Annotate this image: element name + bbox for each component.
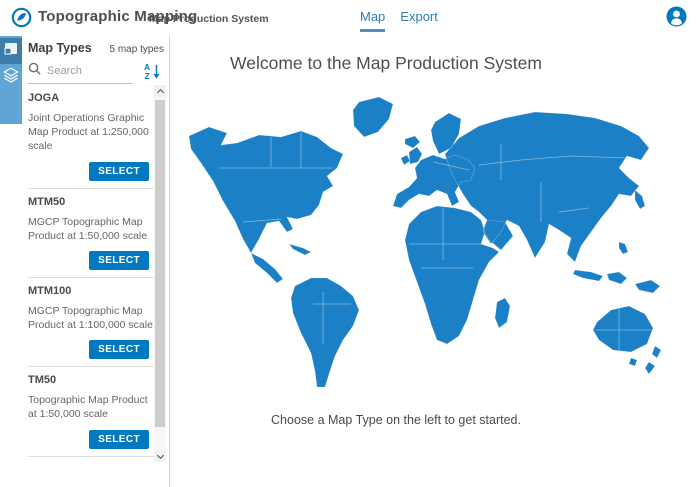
main-content: Welcome to the Map Production System Cho… (171, 36, 699, 487)
sidebar-title: Map Types (28, 41, 92, 55)
select-button-joga[interactable]: SELECT (89, 162, 149, 181)
map-type-list: JOGA Joint Operations Graphic Map Produc… (22, 85, 156, 462)
scroll-down-button[interactable] (154, 450, 166, 462)
left-tool-strip (0, 36, 22, 124)
search-icon (28, 62, 41, 80)
map-type-name: MTM50 (28, 196, 156, 208)
header-tabs: Map Export (360, 9, 438, 32)
map-type-description: MGCP Topographic Map Product at 1:100,00… (28, 304, 156, 332)
sidebar-scrollbar[interactable] (154, 85, 166, 462)
select-button-mtm100[interactable]: SELECT (89, 340, 149, 359)
svg-text:Z: Z (145, 71, 150, 80)
map-types-sidebar: Map Types 5 map types A Z JOGA Joint (22, 36, 170, 487)
search-row: A Z (28, 61, 164, 85)
map-type-name: MTM100 (28, 285, 156, 297)
search-box[interactable] (28, 62, 132, 84)
scrollbar-track[interactable] (154, 97, 166, 450)
tool-layers[interactable] (0, 64, 22, 90)
map-type-description: Joint Operations Graphic Map Product at … (28, 111, 156, 154)
tab-export[interactable]: Export (400, 9, 438, 32)
welcome-heading: Welcome to the Map Production System (171, 53, 601, 74)
world-map (181, 92, 667, 392)
sort-alphabetical-icon[interactable]: A Z (144, 62, 161, 85)
map-type-description: Topographic Map Product at 1:50,000 scal… (28, 393, 156, 421)
map-type-name: JOGA (28, 92, 156, 104)
map-type-description: MGCP Topographic Map Product at 1:50,000… (28, 215, 156, 243)
sidebar-header: Map Types 5 map types (28, 41, 164, 55)
tool-map-types[interactable] (0, 38, 22, 64)
tab-map[interactable]: Map (360, 9, 385, 32)
select-button-mtm50[interactable]: SELECT (89, 251, 149, 270)
map-types-count: 5 map types (110, 44, 164, 55)
map-sheet-icon (4, 42, 18, 60)
map-type-card-mtm50: MTM50 MGCP Topographic Map Product at 1:… (28, 189, 156, 278)
app-header: Topographic Mapping Map Production Syste… (0, 0, 699, 36)
select-button-tm50[interactable]: SELECT (89, 430, 149, 449)
scroll-up-button[interactable] (154, 85, 166, 97)
user-avatar-icon[interactable] (666, 6, 687, 32)
world-landmass (189, 97, 661, 387)
map-type-card-mtm100: MTM100 MGCP Topographic Map Product at 1… (28, 278, 156, 367)
map-type-card-tm50: TM50 Topographic Map Product at 1:50,000… (28, 367, 156, 456)
map-type-card-joga: JOGA Joint Operations Graphic Map Produc… (28, 85, 156, 189)
app-subtitle: Map Production System (149, 13, 269, 25)
scrollbar-thumb[interactable] (155, 100, 165, 427)
map-type-card-tm100: TM100 (28, 457, 156, 462)
chevron-down-icon (156, 451, 163, 458)
chevron-up-icon (156, 88, 163, 95)
globe-icon (11, 7, 32, 33)
map-type-name: TM50 (28, 374, 156, 386)
instruction-text: Choose a Map Type on the left to get sta… (171, 413, 621, 427)
search-input[interactable] (45, 64, 131, 78)
layers-icon (3, 67, 19, 88)
